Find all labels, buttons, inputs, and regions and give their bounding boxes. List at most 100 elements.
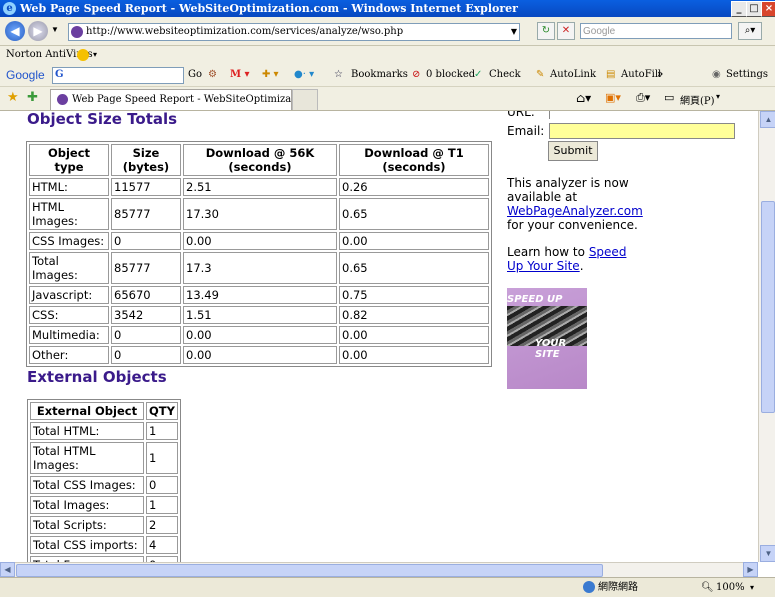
url-input[interactable]: [549, 111, 734, 119]
size-header-56k: Download @ 56K (seconds): [183, 144, 337, 176]
table-row: Total Images: 85777 17.3 0.65: [29, 252, 489, 284]
table-cell: HTML:: [29, 178, 109, 196]
home-icon[interactable]: ⌂▾: [576, 91, 591, 105]
address-toolbar: ◀ ▶ ▼ http://www.websiteoptimization.com…: [0, 17, 775, 46]
new-tab-button[interactable]: [292, 89, 318, 110]
settings-gear-icon[interactable]: ◉: [712, 64, 721, 86]
analyzer-notice: This analyzer is now available at WebPag…: [507, 176, 657, 232]
maximize-button[interactable]: □: [746, 1, 762, 17]
email-input[interactable]: [549, 123, 735, 139]
pagerank-icon[interactable]: ⚙: [208, 64, 217, 86]
table-cell: Total CSS imports:: [30, 536, 144, 554]
feeds-icon[interactable]: ▣▾: [605, 91, 621, 104]
size-header-bytes: Size (bytes): [111, 144, 181, 176]
page-menu-dropdown-icon[interactable]: ▾: [716, 92, 720, 101]
bookmarks-star-icon[interactable]: ☆: [334, 64, 343, 86]
table-cell: CSS:: [29, 306, 109, 324]
submit-button[interactable]: Submit: [548, 141, 598, 161]
table-cell: 11577: [111, 178, 181, 196]
page-menu[interactable]: 網頁(P): [680, 92, 715, 107]
print-icon[interactable]: ⎙▾: [636, 91, 650, 105]
table-row: Total Images: 1: [30, 496, 178, 514]
size-header-t1: Download @ T1 (seconds): [339, 144, 489, 176]
google-search-input[interactable]: G: [52, 67, 184, 84]
table-cell: HTML Images:: [29, 198, 109, 230]
table-cell: Multimedia:: [29, 326, 109, 344]
table-cell: 4: [146, 536, 178, 554]
scroll-up-icon[interactable]: ▲: [760, 111, 775, 128]
scroll-left-icon[interactable]: ◀: [0, 562, 15, 577]
page-content: Object Size Totals Object type Size (byt…: [0, 111, 758, 562]
table-cell: 1: [146, 496, 178, 514]
bookmarks-button[interactable]: Bookmarks: [351, 64, 408, 86]
table-cell: Total Scripts:: [30, 516, 144, 534]
puzzle-icon[interactable]: ✚ ▾: [262, 64, 279, 86]
search-icon[interactable]: ⌕▾: [738, 22, 762, 40]
horizontal-scrollbar[interactable]: ◀ ▶: [0, 562, 758, 577]
back-button[interactable]: ◀: [5, 21, 25, 41]
minimize-button[interactable]: _: [731, 1, 747, 17]
autolink-button[interactable]: AutoLink: [550, 64, 596, 86]
page-icon[interactable]: ▭: [664, 91, 674, 104]
vertical-scroll-thumb[interactable]: [761, 201, 775, 413]
settings-button[interactable]: Settings: [726, 64, 768, 86]
zone-text: 網際網路: [598, 582, 638, 593]
scroll-down-icon[interactable]: ▼: [760, 545, 775, 562]
chat-icon[interactable]: ●· ▾: [294, 64, 314, 86]
google-go-button[interactable]: Go: [188, 64, 202, 86]
table-cell: 0.00: [183, 346, 337, 364]
table-cell: Total HTML Images:: [30, 442, 144, 474]
table-cell: 0.00: [339, 346, 489, 364]
zoom-dropdown-icon[interactable]: ▾: [750, 578, 754, 597]
refresh-icon[interactable]: ↻: [537, 22, 555, 40]
address-bar[interactable]: http://www.websiteoptimization.com/servi…: [68, 23, 520, 41]
zoom-level[interactable]: 100%: [716, 578, 745, 597]
table-cell: 0.00: [183, 232, 337, 250]
history-dropdown-icon[interactable]: ▼: [51, 25, 59, 34]
tab-active[interactable]: Web Page Speed Report - WebSiteOptimizat…: [50, 89, 292, 110]
table-row: HTML Images: 85777 17.30 0.65: [29, 198, 489, 230]
table-row: Multimedia: 0 0.00 0.00: [29, 326, 489, 344]
table-cell: Javascript:: [29, 286, 109, 304]
address-dropdown-icon[interactable]: ▼: [511, 24, 517, 40]
external-objects-table: External Object QTY Total HTML: 1 Total HT…: [27, 399, 181, 562]
search-input[interactable]: Google: [580, 23, 732, 39]
table-cell: 13.49: [183, 286, 337, 304]
horizontal-scroll-thumb[interactable]: [16, 564, 603, 577]
status-bar: 網際網路 🔍︎ 100% ▾: [0, 577, 775, 597]
autofill-button[interactable]: AutoFill: [621, 64, 661, 86]
table-row: Total CSS Images: 0: [30, 476, 178, 494]
popup-blocker-icon[interactable]: ⊘: [412, 64, 420, 86]
window-title: Web Page Speed Report - WebSiteOptimizat…: [20, 2, 518, 15]
speed-up-book-cover[interactable]: SPEED UP YOUR SITE: [507, 288, 587, 389]
forward-button[interactable]: ▶: [28, 21, 48, 41]
table-cell: 0: [111, 346, 181, 364]
site-favicon-icon: [71, 26, 83, 38]
webpageanalyzer-link[interactable]: WebPageAnalyzer.com: [507, 204, 643, 218]
gmail-icon[interactable]: M ▾: [230, 64, 250, 86]
scroll-right-icon[interactable]: ▶: [743, 562, 758, 577]
object-size-table: Object type Size (bytes) Download @ 56K …: [26, 141, 492, 367]
tab-bar: ★ ✚ Web Page Speed Report - WebSiteOptim…: [0, 87, 775, 111]
more-chevron-icon[interactable]: »: [657, 64, 663, 86]
autolink-icon[interactable]: ✎: [536, 64, 544, 86]
external-objects-title: External Objects: [27, 368, 167, 386]
spellcheck-icon[interactable]: ✓: [474, 64, 482, 86]
stop-icon[interactable]: ✕: [557, 22, 575, 40]
table-cell: Other:: [29, 346, 109, 364]
norton-dropdown-icon[interactable]: ▾: [93, 46, 97, 64]
vertical-scrollbar[interactable]: ▲ ▼: [758, 111, 775, 562]
norton-shield-icon[interactable]: [77, 49, 89, 61]
table-cell: 65670: [111, 286, 181, 304]
add-favorite-icon[interactable]: ✚: [27, 90, 38, 105]
favorites-star-icon[interactable]: ★: [7, 90, 19, 105]
close-button[interactable]: ×: [761, 1, 775, 17]
table-cell: 17.3: [183, 252, 337, 284]
zoom-icon[interactable]: 🔍︎: [701, 578, 714, 597]
title-bar: e Web Page Speed Report - WebSiteOptimiz…: [0, 0, 775, 17]
check-button[interactable]: Check: [489, 64, 521, 86]
table-cell: 0.00: [339, 232, 489, 250]
autofill-icon[interactable]: ▤: [606, 64, 615, 86]
tab-title: Web Page Speed Report - WebSiteOptimizat…: [72, 94, 292, 105]
popup-blocked-count[interactable]: 0 blocked: [426, 64, 475, 86]
